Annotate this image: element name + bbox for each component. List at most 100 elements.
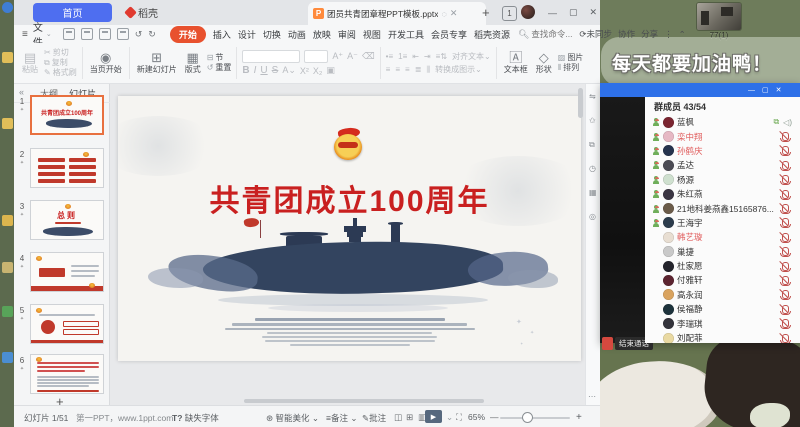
ribbon-tab[interactable]: 视图 — [363, 28, 381, 41]
mic-muted-icon[interactable] — [782, 175, 789, 184]
desktop-folder-icon[interactable] — [2, 52, 13, 63]
preview-icon[interactable] — [117, 28, 129, 40]
command-search[interactable]: 🔍︎ — [518, 29, 575, 40]
minimize-button[interactable]: — — [548, 8, 557, 18]
desktop-shortcut-icon[interactable] — [2, 306, 13, 317]
align-center-icon[interactable]: ≡ — [395, 65, 400, 74]
collapse-ribbon-icon[interactable]: ⌃ — [679, 29, 686, 40]
collapse-panel-icon[interactable]: « — [19, 87, 24, 97]
member-row[interactable]: 21地科姜燕鑫15165876... ⧉ ◁) — [645, 201, 800, 215]
clear-format-icon[interactable]: ⌫ — [362, 51, 375, 62]
picture-button[interactable]: ▨图片 — [558, 53, 584, 63]
vertical-scrollbar[interactable] — [578, 88, 583, 118]
ribbon-tab[interactable]: 放映 — [313, 28, 331, 41]
tab-document[interactable]: P 团员共青团章程PPT模板.pptx ◌ ✕ — [308, 2, 486, 25]
strikethrough-button[interactable]: S — [272, 65, 279, 76]
justify-icon[interactable]: ≣ — [415, 65, 422, 74]
mic-muted-icon[interactable] — [782, 218, 789, 227]
arrange-button[interactable]: ⫴排列 — [558, 63, 584, 73]
ribbon-tab[interactable]: 稻壳资源 — [474, 28, 510, 41]
mic-muted-icon[interactable] — [782, 190, 789, 199]
thumbnail-slide-4[interactable] — [30, 252, 104, 292]
member-row[interactable]: 杜家愿 ⧉ ◁) — [645, 259, 800, 273]
zoom-level[interactable]: 65% — [468, 412, 485, 422]
comments-button[interactable]: ✎批注 — [362, 412, 386, 424]
mic-muted-icon[interactable] — [782, 290, 789, 299]
notification-badge[interactable]: 1 — [502, 6, 517, 21]
user-avatar[interactable] — [521, 5, 535, 19]
member-row[interactable]: 杨源 ⧉ ◁) — [645, 173, 800, 187]
mic-muted-icon[interactable] — [782, 204, 789, 213]
chart-panel-icon[interactable]: ▦ — [589, 188, 597, 197]
ribbon-tab[interactable]: 开始 — [170, 26, 206, 43]
zoom-slider-thumb[interactable] — [522, 412, 533, 423]
font-color-button[interactable]: A⌄ — [282, 65, 296, 76]
play-from-page-button[interactable]: ◉ 当页开始 — [88, 51, 124, 75]
member-row[interactable]: 李瑞琪 ⧉ ◁) — [645, 316, 800, 330]
missing-font-indicator[interactable]: T? 缺失字体 — [172, 412, 219, 424]
smart-beautify-button[interactable]: ⊛ 智能美化 ⌄ — [266, 412, 319, 424]
mic-muted-icon[interactable] — [782, 319, 789, 328]
member-row[interactable]: 朱红燕 ⧉ ◁) — [645, 187, 800, 201]
tab-docer[interactable]: 稻壳 — [126, 3, 158, 22]
new-slide-button[interactable]: ⊞ 新建幻灯片 — [135, 51, 179, 75]
ribbon-tab[interactable]: 插入 — [213, 28, 231, 41]
close-button[interactable]: ✕ — [590, 7, 598, 18]
section-button[interactable]: ⊟节 — [207, 53, 232, 63]
indent-icon[interactable]: ⇥ — [424, 52, 431, 61]
thumbnail-slide-1[interactable]: 共青团成立100周年 — [30, 95, 104, 135]
slide-title[interactable]: 共青团成立100周年 — [118, 176, 581, 220]
superscript-button[interactable]: X² — [300, 66, 309, 76]
desktop-shortcut-icon[interactable] — [2, 352, 13, 363]
normal-view-icon[interactable]: ◫ — [394, 412, 402, 423]
desktop-shortcut-icon[interactable] — [2, 2, 13, 13]
hamburger-icon[interactable]: ≡ — [22, 29, 28, 40]
shapes-button[interactable]: ◇ 形状 — [534, 51, 554, 75]
redo-icon[interactable]: ↻ — [148, 29, 156, 40]
collab-button[interactable]: 协作 — [618, 28, 635, 40]
more-scroll-icon[interactable]: ⋯ — [588, 392, 597, 401]
end-call-red-icon[interactable] — [602, 337, 613, 350]
settings-gear-icon[interactable]: ◎ — [589, 212, 596, 221]
member-row[interactable]: 韩艺璇 ⧉ ◁) — [645, 230, 800, 244]
member-row[interactable]: 孙鹤庆 ⧉ ◁) — [645, 144, 800, 158]
align-text-button[interactable]: 对齐文本⌄ — [452, 51, 491, 62]
numbering-icon[interactable]: 1≡ — [398, 52, 407, 61]
member-row[interactable]: 侯福静 ⧉ ◁) — [645, 302, 800, 316]
meeting-maximize-button[interactable]: ▢ — [762, 86, 769, 94]
member-row[interactable]: 付雅轩 ⧉ ◁) — [645, 273, 800, 287]
ribbon-tab[interactable]: 切换 — [263, 28, 281, 41]
undo-icon[interactable]: ↺ — [135, 29, 143, 40]
meeting-close-button[interactable]: ✕ — [776, 86, 782, 94]
meeting-video-thumbnail[interactable] — [697, 3, 741, 30]
mic-muted-icon[interactable] — [782, 276, 789, 285]
ribbon-tab[interactable]: 设计 — [238, 28, 256, 41]
member-row[interactable]: 高永润 ⧉ ◁) — [645, 288, 800, 302]
pages-icon[interactable]: ⧉ — [589, 140, 595, 150]
mic-muted-icon[interactable] — [782, 247, 789, 256]
format-painter-button[interactable]: ✎格式刷 — [44, 68, 77, 78]
highlight-button[interactable]: ▣ — [326, 65, 335, 76]
zoom-out-button[interactable]: — — [490, 412, 499, 422]
mic-muted-icon[interactable] — [782, 233, 789, 242]
zoom-slider-track[interactable] — [500, 417, 570, 419]
share-button[interactable]: 分享 — [641, 28, 658, 40]
text-box-button[interactable]: 🄰 文本框 — [502, 51, 530, 75]
thumbnail-slide-5[interactable] — [30, 304, 104, 344]
close-doc-tab-icon[interactable]: ✕ — [450, 8, 458, 19]
export-icon[interactable] — [81, 28, 93, 40]
subscript-button[interactable]: X₂ — [313, 66, 323, 76]
mic-muted-icon[interactable] — [782, 161, 789, 170]
save-icon[interactable] — [63, 28, 75, 40]
thumbnail-slide-3[interactable]: 总则 — [30, 200, 104, 240]
notes-button[interactable]: ≡备注 ⌄ — [326, 412, 357, 424]
slideshow-play-button[interactable]: ▶ — [425, 410, 442, 423]
new-tab-button[interactable]: + — [482, 5, 490, 20]
star-favorites-icon[interactable]: ✩ — [589, 116, 596, 125]
slide-sorter-icon[interactable]: ⊞ — [406, 412, 413, 423]
maximize-button[interactable]: ▢ — [569, 7, 578, 18]
layout-button[interactable]: ▦ 版式 — [183, 51, 203, 75]
bold-button[interactable]: B — [242, 65, 249, 76]
member-row[interactable]: 蓝枫 ⧉ ◁) — [645, 115, 800, 129]
member-row[interactable]: 巢捷 ⧉ ◁) — [645, 245, 800, 259]
